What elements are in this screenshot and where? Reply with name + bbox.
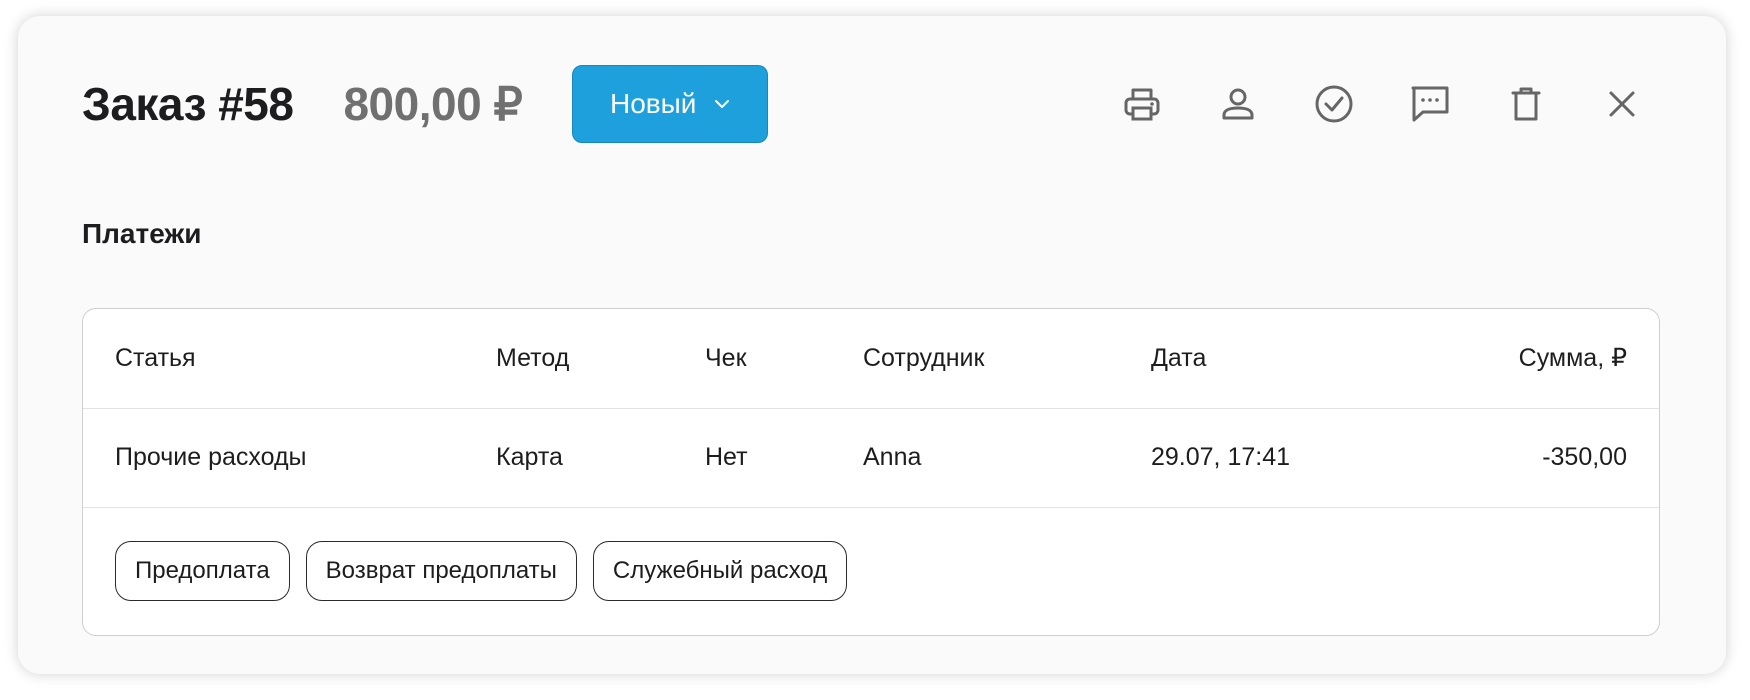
chevron-down-icon: [715, 100, 730, 108]
payment-actions: Предоплата Возврат предоплаты Служебный …: [115, 541, 848, 601]
cell-employee: Anna: [863, 443, 922, 471]
cell-article: Прочие расходы: [115, 443, 307, 471]
close-icon: [1609, 91, 1635, 117]
user-icon: [1222, 88, 1254, 120]
service-expense-button[interactable]: Служебный расход: [592, 541, 848, 601]
order-amount: 800,00 ₽: [343, 78, 523, 130]
delete-button[interactable]: [1504, 82, 1548, 126]
column-header-date: Дата: [1151, 344, 1207, 372]
column-header-article: Статья: [115, 344, 196, 372]
print-button[interactable]: [1120, 82, 1164, 126]
order-title: Заказ #58: [82, 78, 294, 130]
trash-icon: [1511, 87, 1541, 121]
check-circle-icon: [1315, 85, 1353, 123]
close-button[interactable]: [1600, 82, 1644, 126]
prepayment-refund-button[interactable]: Возврат предоплаты: [305, 541, 577, 601]
payments-table: Статья Метод Чек Сотрудник Дата Сумма, ₽…: [82, 308, 1660, 636]
column-header-employee: Сотрудник: [863, 344, 985, 372]
prepayment-button[interactable]: Предоплата: [115, 541, 290, 601]
cell-date: 29.07, 17:41: [1151, 443, 1291, 471]
column-header-method: Метод: [496, 344, 570, 372]
table-row[interactable]: Прочие расходы Карта Нет Anna 29.07, 17:…: [83, 408, 1659, 508]
order-toolbar: [1120, 82, 1644, 126]
comment-icon: [1411, 86, 1449, 122]
column-header-receipt: Чек: [705, 344, 747, 372]
cell-method: Карта: [496, 443, 563, 471]
status-dropdown-button[interactable]: Новый: [572, 65, 769, 143]
assign-user-button[interactable]: [1216, 82, 1260, 126]
cell-receipt: Нет: [705, 443, 748, 471]
cell-amount: -350,00: [1542, 443, 1627, 471]
complete-button[interactable]: [1312, 82, 1356, 126]
status-label: Новый: [610, 88, 697, 119]
payments-section-title: Платежи: [82, 218, 202, 249]
table-header-row: Статья Метод Чек Сотрудник Дата Сумма, ₽: [83, 309, 1659, 409]
printer-icon: [1124, 88, 1160, 121]
comment-button[interactable]: [1408, 82, 1452, 126]
column-header-amount: Сумма, ₽: [1518, 344, 1627, 372]
order-header: Заказ #58 800,00 ₽ Новый: [82, 64, 1662, 144]
order-dialog: Заказ #58 800,00 ₽ Новый Платежи Статья …: [18, 16, 1726, 674]
